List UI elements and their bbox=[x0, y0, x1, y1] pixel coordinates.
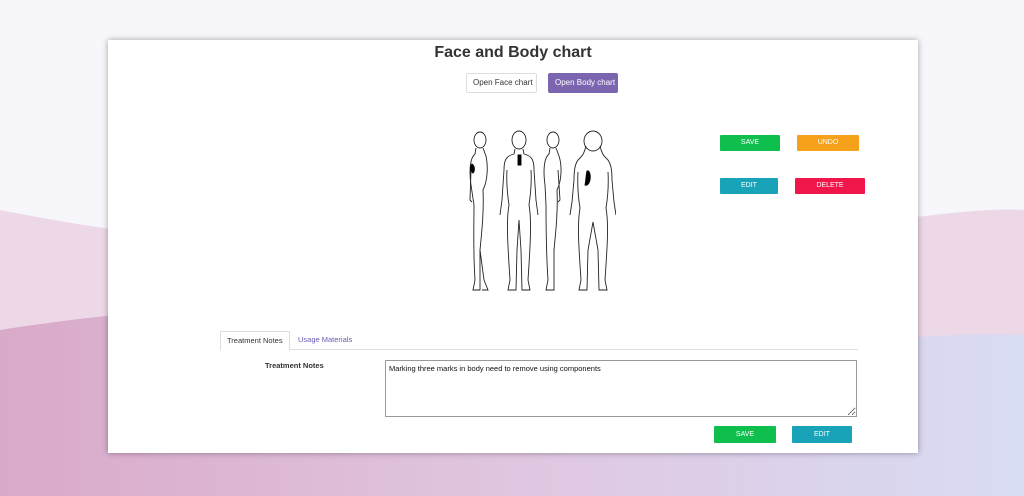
notes-tabs: Treatment Notes Usage Materials bbox=[220, 331, 858, 351]
chart-save-button[interactable]: SAVE bbox=[720, 135, 780, 151]
body-figure-side-left bbox=[469, 131, 489, 291]
tab-treatment-notes[interactable]: Treatment Notes bbox=[220, 331, 290, 351]
treatment-notes-textarea[interactable]: Marking three marks in body need to remo… bbox=[385, 360, 857, 417]
body-mark-3[interactable] bbox=[584, 170, 591, 186]
chart-undo-button[interactable]: UNDO bbox=[797, 135, 859, 151]
treatment-notes-label: Treatment Notes bbox=[265, 361, 324, 370]
open-body-chart-button[interactable]: Open Body chart bbox=[548, 73, 618, 93]
body-figure-side-right bbox=[543, 131, 562, 291]
body-figure-back bbox=[569, 130, 616, 291]
chart-delete-button[interactable]: DELETE bbox=[795, 178, 865, 194]
chart-card: Face and Body chart Open Face chart Open… bbox=[108, 40, 918, 453]
body-chart-canvas[interactable] bbox=[466, 130, 616, 296]
body-mark-1[interactable] bbox=[470, 163, 475, 174]
tab-usage-materials[interactable]: Usage Materials bbox=[292, 331, 358, 349]
notes-edit-button[interactable]: EDIT bbox=[792, 426, 852, 443]
open-face-chart-button[interactable]: Open Face chart bbox=[466, 73, 537, 93]
notes-save-button[interactable]: SAVE bbox=[714, 426, 776, 443]
chart-edit-button[interactable]: EDIT bbox=[720, 178, 778, 194]
page-title: Face and Body chart bbox=[434, 44, 592, 61]
body-mark-2[interactable] bbox=[517, 154, 522, 166]
